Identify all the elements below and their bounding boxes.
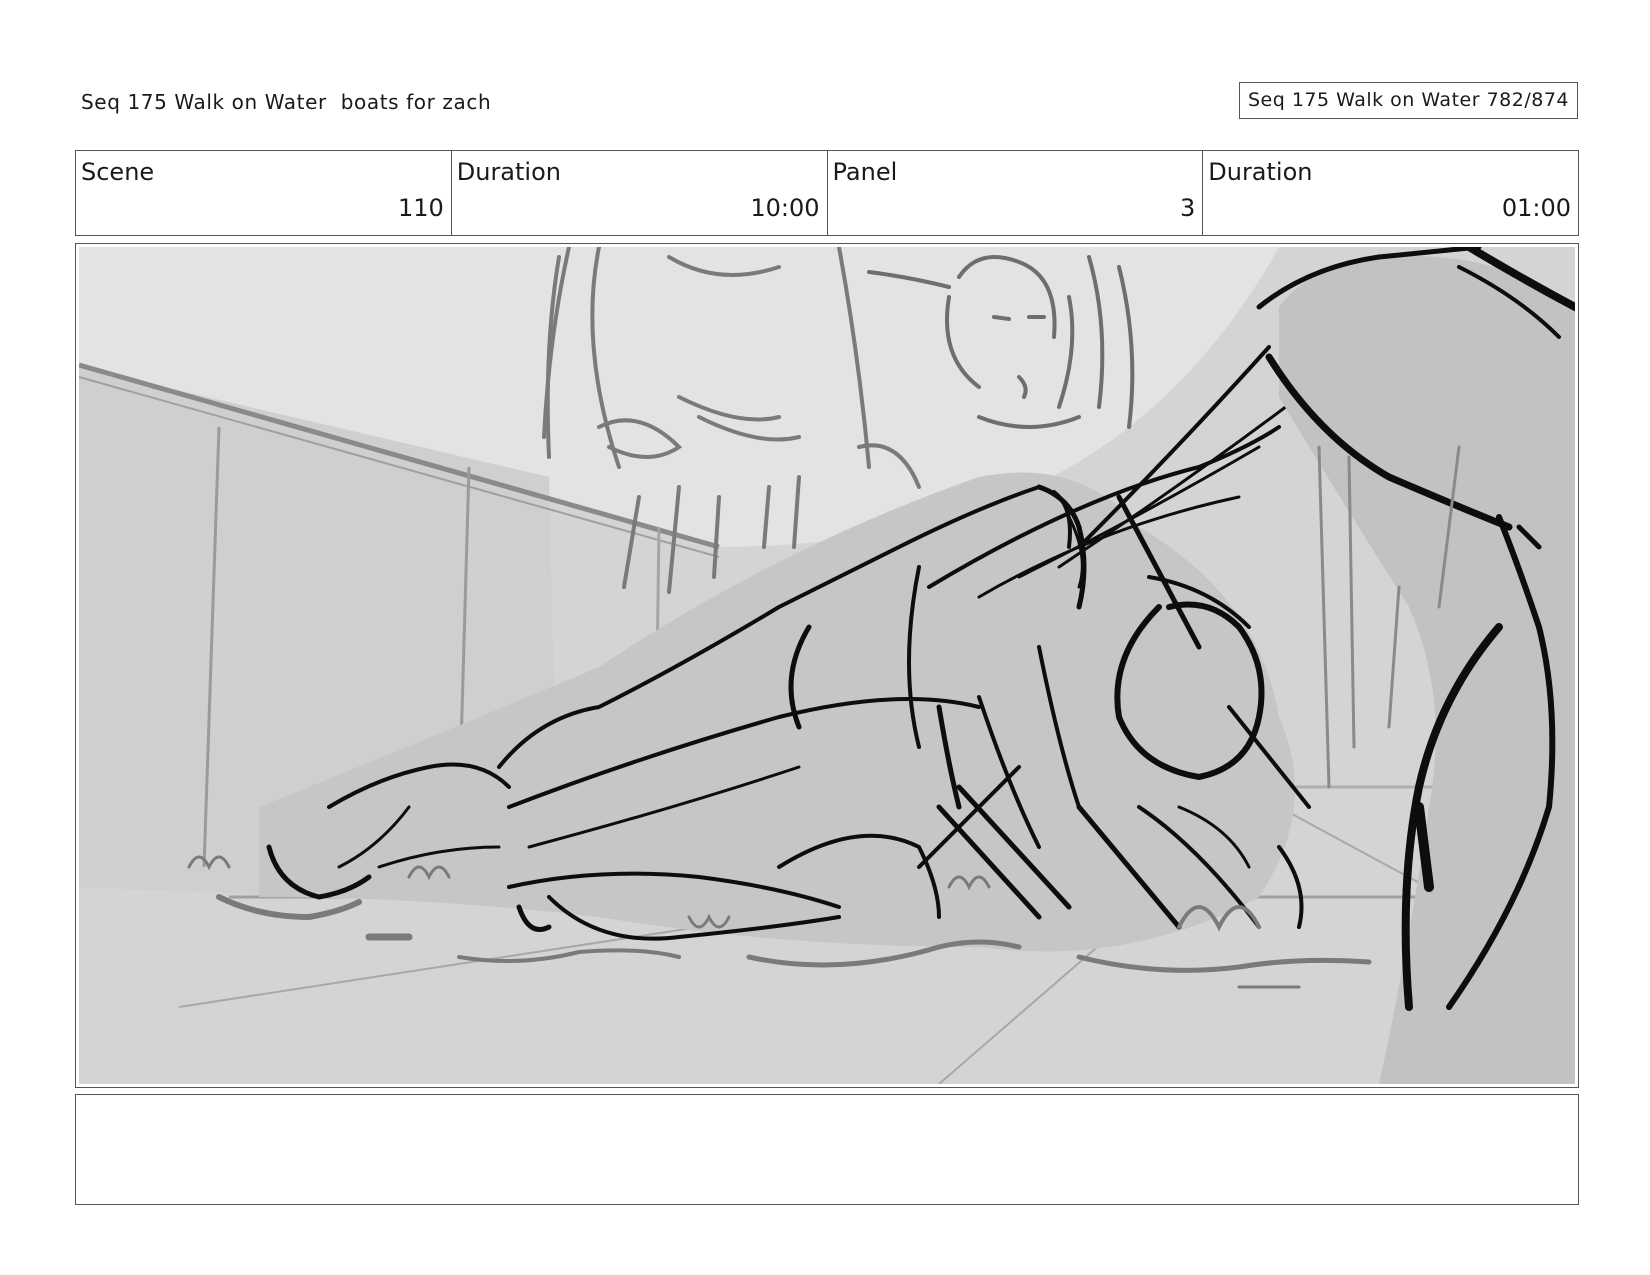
panel-duration-label: Duration (1208, 158, 1313, 186)
scene-duration-cell: Duration 10:00 (452, 151, 828, 235)
scene-label: Scene (81, 158, 155, 186)
panel-label: Panel (832, 158, 898, 186)
scene-duration-value: 10:00 (750, 194, 820, 222)
page-reference: Seq 175 Walk on Water 782/874 (1239, 82, 1578, 119)
storyboard-panel (75, 243, 1579, 1088)
panel-duration-value: 01:00 (1501, 194, 1571, 222)
scene-duration-label: Duration (456, 158, 561, 186)
scene-value: 110 (397, 194, 444, 222)
sequence-title: Seq 175 Walk on Water boats for zach (81, 90, 492, 114)
panel-value: 3 (1179, 194, 1196, 222)
info-table: Scene 110 Duration 10:00 Panel 3 Duratio… (75, 150, 1579, 236)
panel-duration-cell: Duration 01:00 (1203, 151, 1578, 235)
storyboard-sketch (79, 247, 1575, 1084)
panel-cell: Panel 3 (828, 151, 1204, 235)
scene-cell: Scene 110 (76, 151, 452, 235)
notes-box (75, 1094, 1579, 1205)
